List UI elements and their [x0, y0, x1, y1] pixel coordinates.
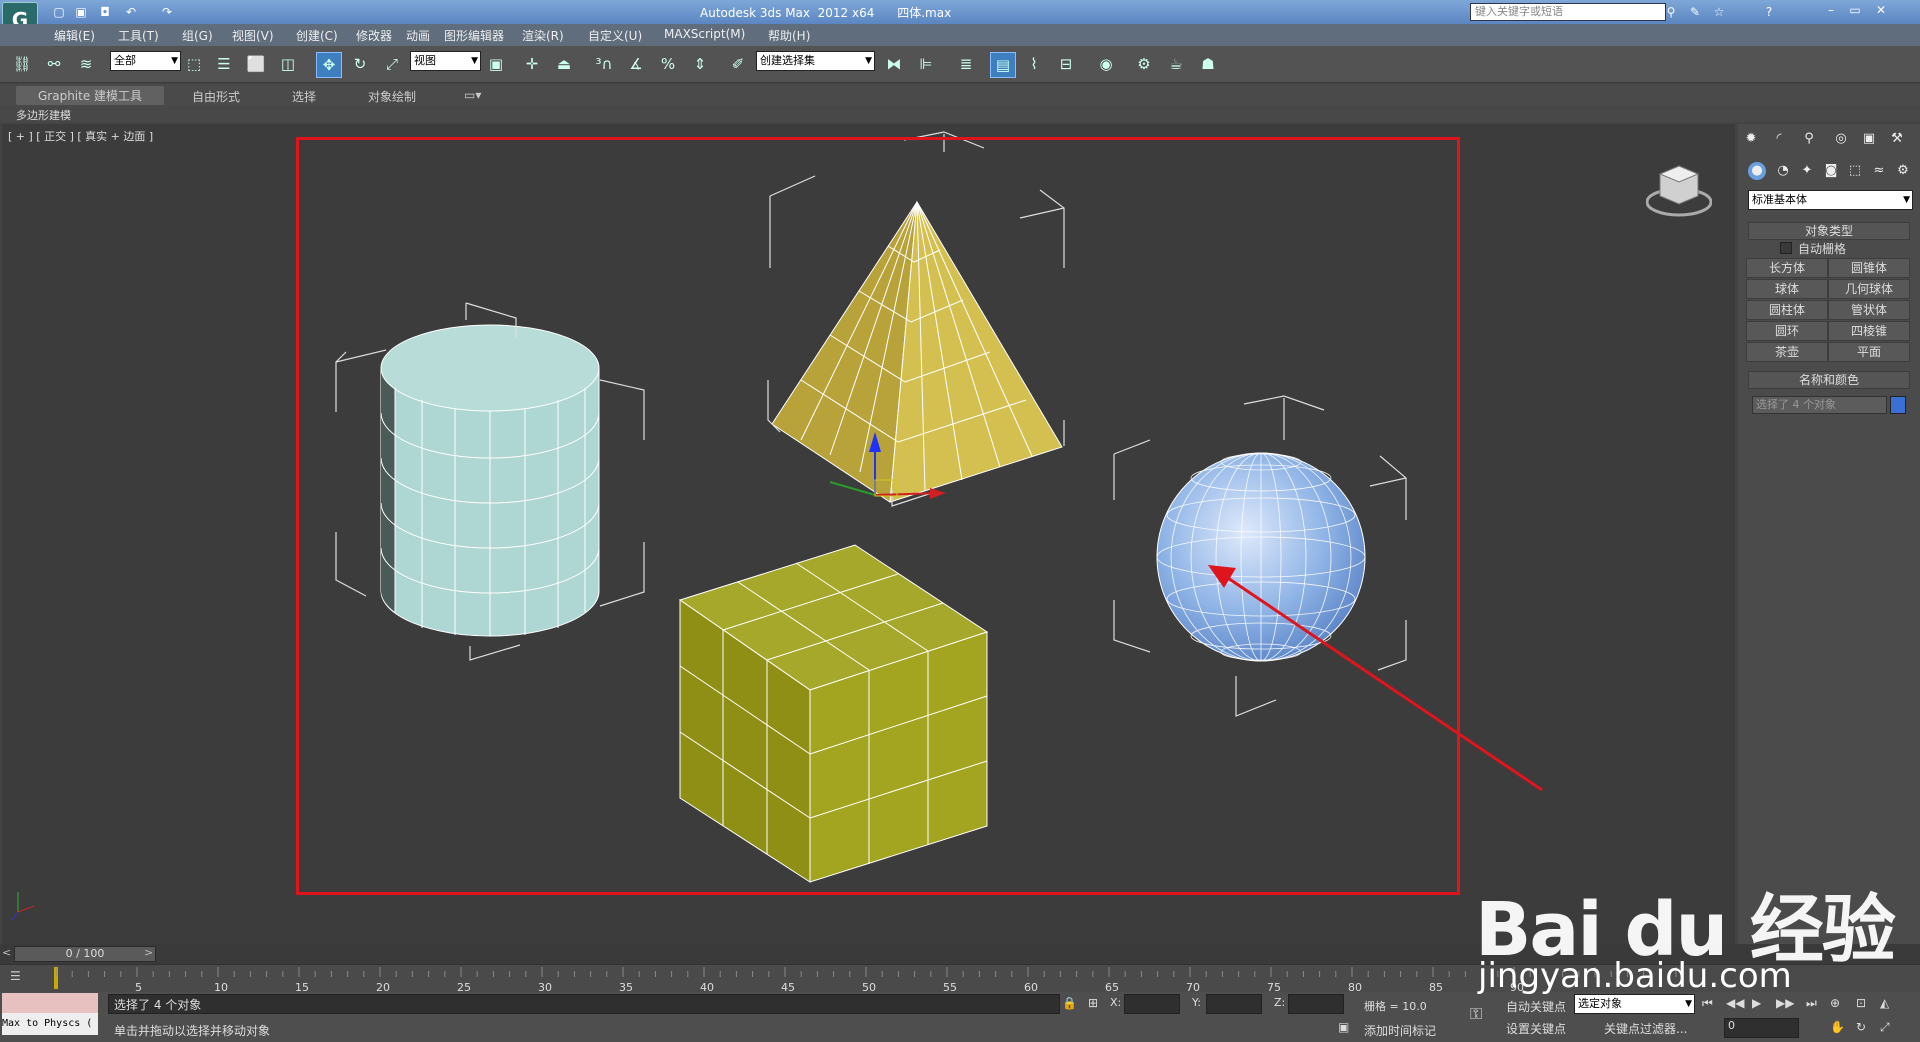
- geosphere-button[interactable]: 几何球体: [1828, 279, 1910, 299]
- previous-frame-icon[interactable]: ◀◀: [1726, 996, 1744, 1010]
- maxscript-mini-listener-text[interactable]: Max to Physcs (: [2, 1013, 98, 1035]
- name-and-color-rollout-header[interactable]: 名称和颜色: [1748, 371, 1910, 389]
- cylinder-button[interactable]: 圆柱体: [1746, 300, 1828, 320]
- goto-start-icon[interactable]: ⏮: [1702, 996, 1713, 1011]
- z-label: Z:: [1274, 996, 1286, 1009]
- shapes-icon[interactable]: ◔: [1774, 162, 1792, 180]
- teapot-button[interactable]: 茶壶: [1746, 342, 1828, 362]
- time-slider-next-icon[interactable]: >: [144, 946, 153, 959]
- zoom-extents-icon[interactable]: ⊡: [1856, 996, 1866, 1010]
- autogrid-checkbox[interactable]: [1780, 242, 1792, 254]
- annotation-arrow: [1208, 565, 1543, 792]
- pyramid-button[interactable]: 四棱锥: [1828, 321, 1910, 341]
- pyramid-object[interactable]: [771, 200, 1063, 503]
- box-button[interactable]: 长方体: [1746, 258, 1828, 278]
- world-axis-tripod-icon: [11, 892, 35, 921]
- utilities-tab-icon[interactable]: ⚒: [1888, 130, 1906, 148]
- current-frame-field[interactable]: 0: [1724, 1018, 1799, 1038]
- autogrid-label: 自动栅格: [1798, 242, 1847, 256]
- maxscript-listener-mini[interactable]: [2, 993, 98, 1013]
- object-category-value: 标准基本体: [1752, 193, 1807, 206]
- motion-tab-icon[interactable]: ◎: [1832, 130, 1850, 148]
- geometry-icon[interactable]: ●: [1748, 162, 1766, 180]
- systems-icon[interactable]: ⚙: [1894, 162, 1912, 180]
- hierarchy-tab-icon[interactable]: ⚲: [1800, 130, 1818, 148]
- add-time-tag[interactable]: 添加时间标记: [1364, 1022, 1436, 1039]
- set-key-button[interactable]: 设置关键点: [1506, 1020, 1566, 1037]
- object-category-dropdown[interactable]: 标准基本体 ▼: [1748, 190, 1913, 210]
- pan-icon[interactable]: ✋: [1830, 1020, 1845, 1034]
- display-tab-icon[interactable]: ▣: [1860, 130, 1878, 148]
- cameras-icon[interactable]: ◙: [1822, 162, 1840, 180]
- x-coordinate-field[interactable]: [1124, 994, 1180, 1014]
- tube-button[interactable]: 管状体: [1828, 300, 1910, 320]
- maximize-viewport-icon[interactable]: ⤢: [1880, 1020, 1890, 1035]
- cylinder-object[interactable]: [380, 324, 600, 637]
- selection-lock-icon[interactable]: 🔒: [1062, 996, 1077, 1010]
- absolute-mode-icon[interactable]: ⊞: [1088, 996, 1098, 1010]
- object-color-swatch[interactable]: [1890, 396, 1906, 414]
- status-message-field: [108, 994, 1060, 1014]
- sphere-button[interactable]: 球体: [1746, 279, 1828, 299]
- y-coordinate-field[interactable]: [1206, 994, 1262, 1014]
- x-label: X:: [1110, 996, 1122, 1009]
- torus-button[interactable]: 圆环: [1746, 321, 1828, 341]
- mini-curve-editor-icon[interactable]: ☰: [10, 969, 32, 987]
- object-name-field[interactable]: 选择了 4 个对象: [1752, 396, 1887, 414]
- y-label: Y:: [1192, 996, 1201, 1009]
- next-frame-icon[interactable]: ▶▶: [1776, 996, 1794, 1010]
- set-key-icon[interactable]: ⚿: [1470, 1004, 1482, 1024]
- grid-spacing-text: 栅格 = 10.0: [1364, 1000, 1427, 1013]
- key-mode-dropdown[interactable]: 选定对象 ▼: [1574, 994, 1695, 1014]
- baidu-watermark-url: jingyan.baidu.com: [1478, 956, 1792, 996]
- lights-icon[interactable]: ✦: [1798, 162, 1816, 180]
- orbit-icon[interactable]: ↻: [1856, 1020, 1866, 1034]
- cone-button[interactable]: 圆锥体: [1828, 258, 1910, 278]
- goto-end-icon[interactable]: ⏭: [1806, 996, 1817, 1011]
- sphere-object[interactable]: [1156, 452, 1366, 662]
- create-tab-icon[interactable]: ✹: [1742, 130, 1760, 148]
- field-of-view-icon[interactable]: ◭: [1880, 996, 1889, 1010]
- frame-slider[interactable]: 0 / 100: [14, 946, 156, 962]
- plane-button[interactable]: 平面: [1828, 342, 1910, 362]
- viewcube-icon[interactable]: [1645, 160, 1713, 220]
- time-slider-prev-icon[interactable]: <: [2, 946, 11, 959]
- zoom-icon[interactable]: ⊕: [1830, 996, 1840, 1010]
- box-object[interactable]: [678, 544, 989, 883]
- auto-key-button[interactable]: 自动关键点: [1506, 998, 1566, 1015]
- space-warps-icon[interactable]: ≈: [1870, 162, 1888, 180]
- object-type-rollout-header[interactable]: 对象类型: [1748, 222, 1910, 240]
- key-filters-button[interactable]: 关键点过滤器...: [1604, 1020, 1687, 1037]
- modify-tab-icon[interactable]: ◜: [1770, 130, 1788, 148]
- status-selected-text: 选择了 4 个对象: [114, 998, 202, 1012]
- status-prompt-text: 单击并拖动以选择并移动对象: [114, 1024, 271, 1038]
- helpers-icon[interactable]: ⬚: [1846, 162, 1864, 180]
- play-icon[interactable]: ▶: [1752, 996, 1761, 1010]
- z-coordinate-field[interactable]: [1288, 994, 1344, 1014]
- key-mode-value: 选定对象: [1578, 997, 1622, 1010]
- time-tag-icon[interactable]: ▣: [1338, 1020, 1349, 1034]
